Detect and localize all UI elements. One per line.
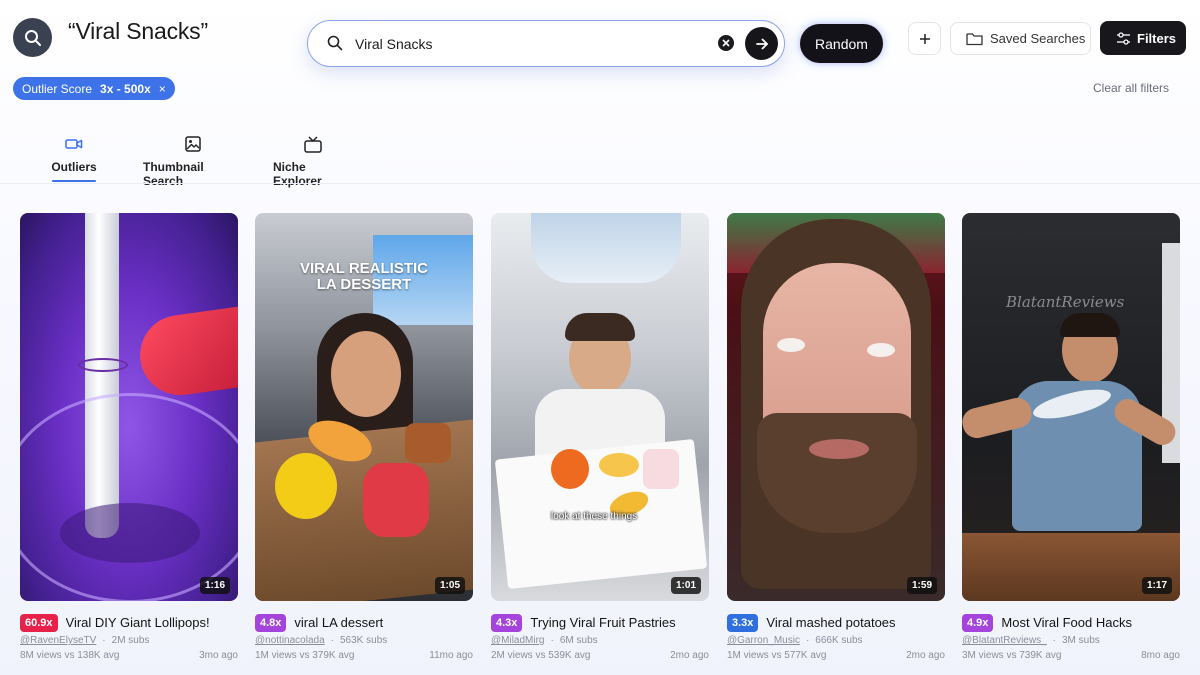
video-title[interactable]: Viral DIY Giant Lollipops! xyxy=(66,615,210,630)
outlier-score-badge: 4.8x xyxy=(255,613,287,632)
video-title[interactable]: Viral mashed potatoes xyxy=(766,615,895,630)
video-thumbnail[interactable]: VIRAL REALISTIC LA DESSERT 1:05 xyxy=(255,213,473,601)
channel-link[interactable]: @nottinacolada xyxy=(255,635,325,646)
video-title[interactable]: Most Viral Food Hacks xyxy=(1001,615,1132,630)
thumbnail-overlay-line-1: VIRAL REALISTIC xyxy=(299,260,429,277)
saved-searches-label: Saved Searches xyxy=(990,31,1086,46)
views-vs-avg: 3M views vs 739K avg xyxy=(962,650,1062,661)
search-icon xyxy=(327,35,343,51)
views-vs-avg: 1M views vs 577K avg xyxy=(727,650,827,661)
tv-icon xyxy=(304,135,322,153)
channel-link[interactable]: @BlatantReviews_ xyxy=(962,635,1047,646)
tab-thumbnail-search[interactable]: Thumbnail Search xyxy=(143,134,243,188)
video-card[interactable]: 1:16 60.9x Viral DIY Giant Lollipops! @R… xyxy=(20,213,238,661)
views-vs-avg: 1M views vs 379K avg xyxy=(255,650,355,661)
video-card[interactable]: look at these things 1:01 4.3x Trying Vi… xyxy=(491,213,709,661)
channel-link[interactable]: @RavenElyseTV xyxy=(20,635,96,646)
thumbnail-watermark: BlatantReviews xyxy=(1006,293,1125,311)
video-duration: 1:01 xyxy=(670,577,701,594)
subscriber-count: 666K subs xyxy=(815,635,863,646)
outlier-score-badge: 4.3x xyxy=(491,613,523,632)
video-duration: 1:59 xyxy=(906,577,937,594)
search-box[interactable] xyxy=(307,20,785,67)
tab-niche-explorer[interactable]: Niche Explorer xyxy=(273,134,353,188)
video-camera-icon xyxy=(65,139,83,149)
add-button[interactable] xyxy=(908,22,941,55)
video-title[interactable]: Trying Viral Fruit Pastries xyxy=(530,615,675,630)
views-vs-avg: 8M views vs 138K avg xyxy=(20,650,120,661)
search-icon xyxy=(24,29,41,46)
filter-chip-value: 3x - 500x xyxy=(100,81,151,96)
filter-chip-label: Outlier Score xyxy=(22,81,93,96)
close-icon xyxy=(722,39,730,47)
channel-link[interactable]: @MiladMirg xyxy=(491,635,545,646)
subscriber-count: 2M subs xyxy=(111,635,150,646)
subscriber-count: 6M subs xyxy=(559,635,598,646)
video-duration: 1:16 xyxy=(199,577,230,594)
tabs-divider xyxy=(0,183,1200,184)
upload-age: 8mo ago xyxy=(1141,650,1180,661)
arrow-right-icon xyxy=(755,38,768,49)
tab-outliers[interactable]: Outliers xyxy=(51,134,97,174)
video-thumbnail[interactable]: BlatantReviews 1:17 xyxy=(962,213,1180,601)
filters-label: Filters xyxy=(1137,30,1177,46)
video-duration: 1:05 xyxy=(434,577,465,594)
thumbnail-overlay-line-2: LA DESSERT xyxy=(316,276,412,293)
search-back-button[interactable] xyxy=(13,18,52,57)
video-thumbnail[interactable]: 1:16 xyxy=(20,213,238,601)
views-vs-avg: 2M views vs 539K avg xyxy=(491,650,591,661)
clear-search-button[interactable] xyxy=(718,35,734,51)
video-card[interactable]: 1:59 3.3x Viral mashed potatoes @Garron_… xyxy=(727,213,945,661)
image-icon xyxy=(185,136,201,152)
video-card[interactable]: BlatantReviews 1:17 4.9x Most Viral Food… xyxy=(962,213,1180,661)
separator-dot: · xyxy=(805,635,810,646)
thumbnail-caption: look at these things xyxy=(551,511,638,522)
outlier-score-filter-chip[interactable]: Outlier Score 3x - 500x × xyxy=(13,77,175,100)
channel-link[interactable]: @Garron_Music xyxy=(727,635,800,646)
filters-button[interactable]: Filters xyxy=(1100,21,1186,55)
saved-searches-button[interactable]: Saved Searches xyxy=(950,22,1091,55)
search-submit-button[interactable] xyxy=(745,27,778,60)
upload-age: 2mo ago xyxy=(906,650,945,661)
video-thumbnail[interactable]: 1:59 xyxy=(727,213,945,601)
page-title: “Viral Snacks” xyxy=(68,18,208,44)
video-card[interactable]: VIRAL REALISTIC LA DESSERT 1:05 4.8x vir… xyxy=(255,213,473,661)
clear-all-filters-link[interactable]: Clear all filters xyxy=(1093,81,1169,95)
upload-age: 11mo ago xyxy=(429,650,473,661)
video-duration: 1:17 xyxy=(1141,577,1172,594)
sliders-icon xyxy=(1117,31,1130,45)
search-input[interactable] xyxy=(355,33,705,55)
random-button[interactable]: Random xyxy=(800,24,883,63)
separator-dot: · xyxy=(550,635,554,646)
video-thumbnail[interactable]: look at these things 1:01 xyxy=(491,213,709,601)
upload-age: 3mo ago xyxy=(199,650,238,661)
active-tab-indicator xyxy=(52,180,96,182)
separator-dot: · xyxy=(330,635,334,646)
outlier-score-badge: 60.9x xyxy=(20,613,58,632)
remove-filter-icon[interactable]: × xyxy=(159,82,166,96)
separator-dot: · xyxy=(102,635,106,646)
subscriber-count: 3M subs xyxy=(1061,635,1100,646)
upload-age: 2mo ago xyxy=(670,650,709,661)
video-title[interactable]: viral LA dessert xyxy=(294,615,383,630)
plus-icon xyxy=(919,33,930,44)
tab-outliers-label: Outliers xyxy=(51,160,97,174)
outlier-score-badge: 3.3x xyxy=(727,613,759,632)
separator-dot: · xyxy=(1052,635,1056,646)
outlier-score-badge: 4.9x xyxy=(962,613,994,632)
subscriber-count: 563K subs xyxy=(340,635,388,646)
folder-icon xyxy=(966,32,983,45)
